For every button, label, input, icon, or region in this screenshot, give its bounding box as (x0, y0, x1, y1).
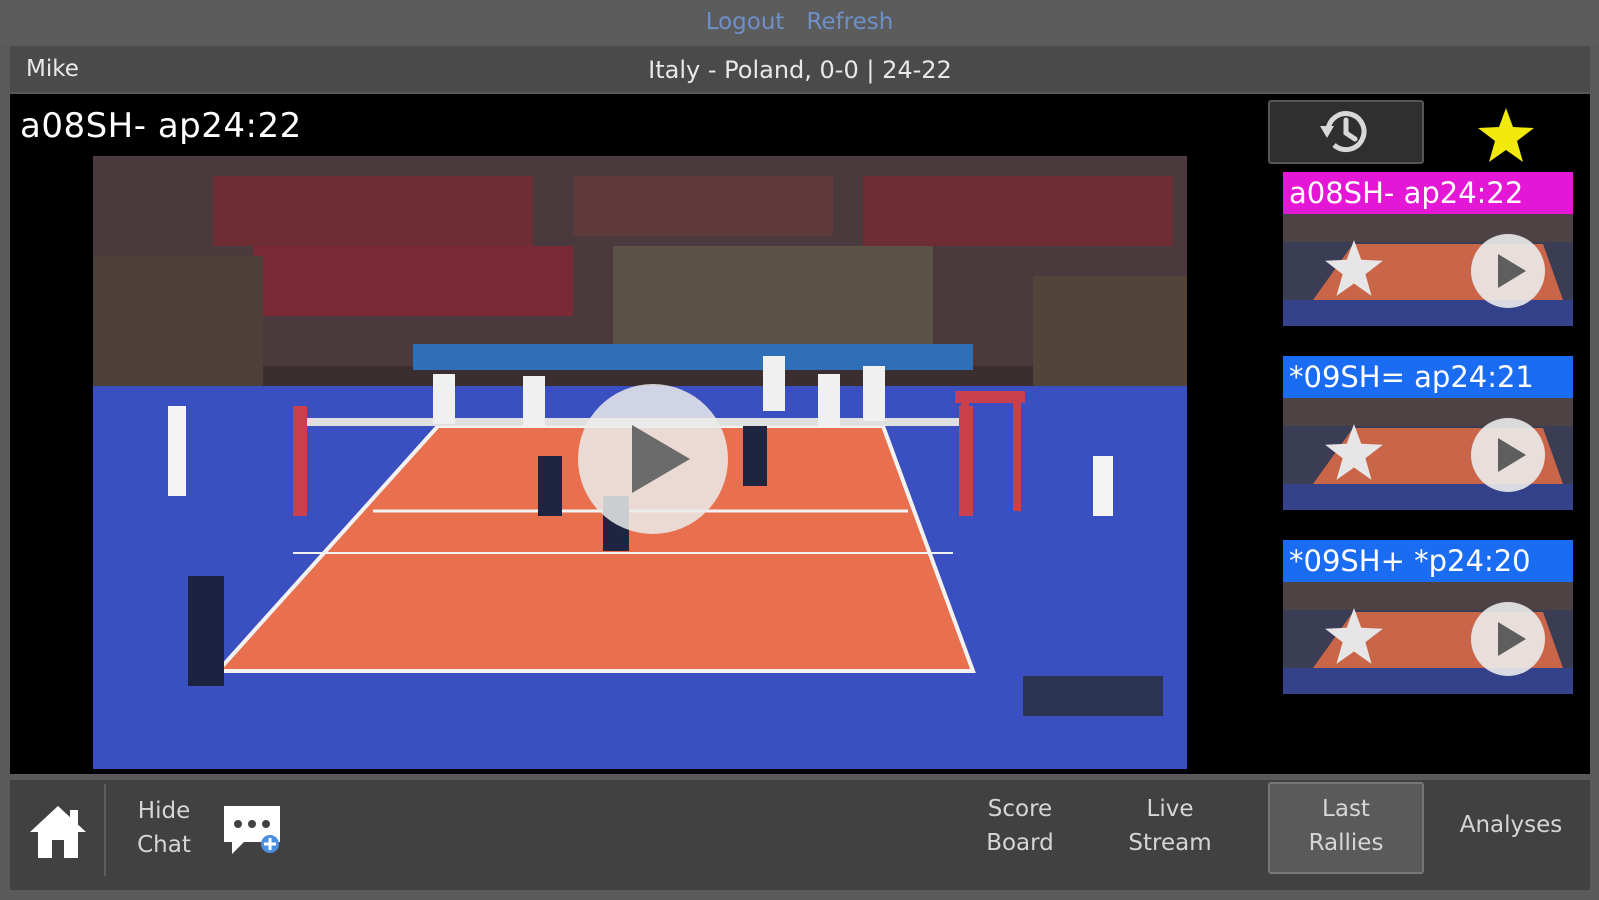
clip-thumbnail (1283, 214, 1573, 326)
clip-item[interactable]: *09SH= ap24:21 (1283, 356, 1573, 516)
match-info: Italy - Poland, 0-0 | 24-22 (648, 56, 952, 84)
clip-thumbnail (1283, 582, 1573, 694)
top-bar: Logout Refresh (0, 0, 1599, 44)
chat-icon[interactable] (220, 802, 284, 860)
play-icon (1498, 438, 1526, 472)
last-rallies-button[interactable]: Last Rallies (1268, 782, 1424, 874)
clip-thumbnail (1283, 398, 1573, 510)
star-icon[interactable] (1323, 606, 1385, 666)
clip-label: a08SH- ap24:22 (1283, 172, 1573, 214)
history-icon (1320, 111, 1367, 153)
favorites-star-icon[interactable] (1476, 106, 1536, 164)
video-player[interactable] (93, 156, 1187, 769)
history-button[interactable] (1268, 100, 1424, 164)
logout-link[interactable]: Logout (706, 9, 785, 35)
star-icon[interactable] (1323, 238, 1385, 298)
clip-item[interactable]: a08SH- ap24:22 (1283, 172, 1573, 332)
clip-label: *09SH+ *p24:20 (1283, 540, 1573, 582)
play-icon (632, 425, 690, 493)
hide-chat-button[interactable]: Hide Chat (120, 794, 208, 862)
bottom-nav: Hide Chat Score Board Live Stream Last R… (10, 780, 1590, 890)
clip-label: *09SH= ap24:21 (1283, 356, 1573, 398)
play-button[interactable] (578, 384, 728, 534)
info-bar: Mike Italy - Poland, 0-0 | 24-22 (10, 46, 1590, 92)
clip-play-button[interactable] (1471, 418, 1545, 492)
star-icon[interactable] (1323, 422, 1385, 482)
play-icon (1498, 254, 1526, 288)
play-icon (1498, 622, 1526, 656)
score-board-button[interactable]: Score Board (970, 792, 1070, 860)
clip-play-button[interactable] (1471, 602, 1545, 676)
current-clip-title: a08SH- ap24:22 (20, 106, 302, 146)
clip-play-button[interactable] (1471, 234, 1545, 308)
refresh-link[interactable]: Refresh (806, 9, 893, 35)
clip-item[interactable]: *09SH+ *p24:20 (1283, 540, 1573, 700)
main-panel: a08SH- ap24:22 a08SH- ap24:22 *09SH= ap2… (10, 94, 1590, 774)
divider (104, 784, 106, 876)
live-stream-button[interactable]: Live Stream (1120, 792, 1220, 860)
home-icon[interactable] (28, 802, 88, 862)
analyses-button[interactable]: Analyses (1446, 808, 1576, 842)
